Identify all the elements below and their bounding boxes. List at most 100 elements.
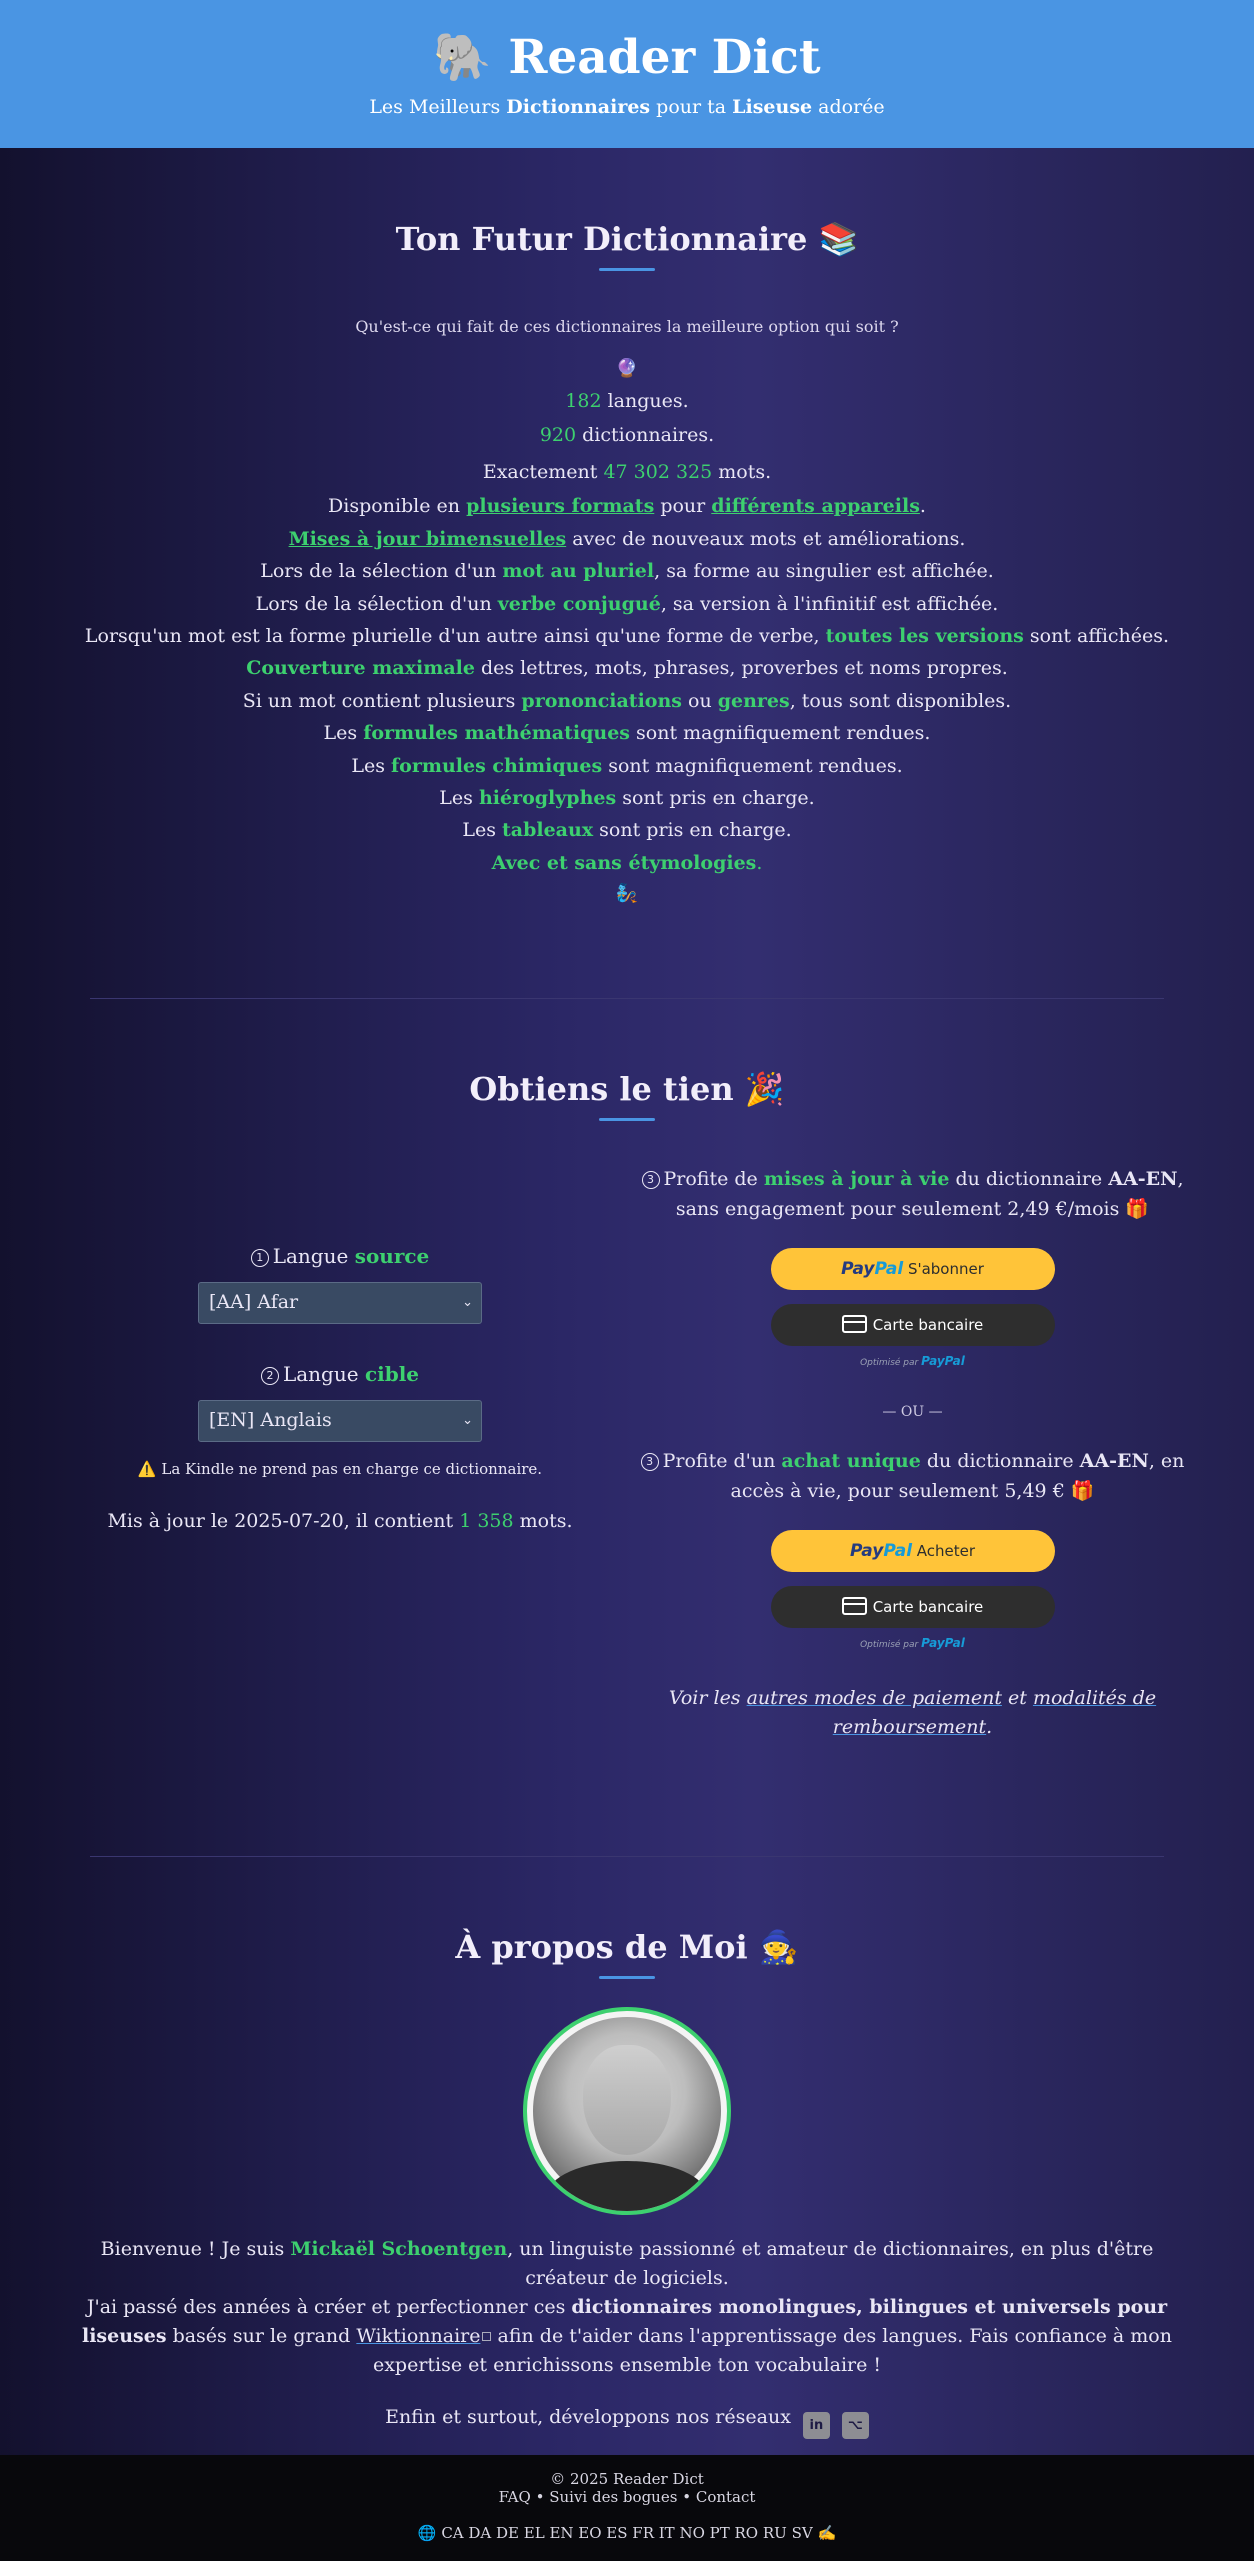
info-text: mots. xyxy=(513,1510,573,1532)
site-subtitle: Les Meilleurs Dictionnaires pour ta Lise… xyxy=(0,96,1254,118)
offer-text: Profite d'un xyxy=(662,1450,782,1472)
offer-text: du dictionnaire xyxy=(920,1450,1080,1472)
source-language-select[interactable]: [AA] Afar ⌄ xyxy=(198,1282,482,1324)
feature-text: mots. xyxy=(712,461,772,484)
feature-text: sont affichées. xyxy=(1023,625,1170,648)
site-header: 🐘 Reader Dict Les Meilleurs Dictionnaire… xyxy=(0,0,1254,148)
credit-card-icon xyxy=(841,1597,867,1615)
paypal-logo: Pal xyxy=(874,1259,904,1279)
payment-methods-link[interactable]: autres modes de paiement xyxy=(747,1687,1002,1709)
language-links[interactable]: CA DA DE EL EN EO ES FR IT NO PT RO RU S… xyxy=(441,2524,812,2542)
elephant-icon: 🐘 xyxy=(433,30,492,85)
features-title: Ton Futur Dictionnaire 📚 xyxy=(395,220,859,258)
feature-highlight: formules mathématiques xyxy=(363,722,630,745)
title-underline xyxy=(599,1118,655,1121)
feature-text: sont magnifiquement rendues. xyxy=(629,722,931,745)
languages-count: 182 xyxy=(565,390,602,412)
devices-link[interactable]: différents appareils xyxy=(711,495,920,517)
payment-options: 3 Profite de mises à jour à vie du dictio… xyxy=(620,1164,1205,1742)
bug-tracker-link[interactable]: Suivi des bogues xyxy=(549,2488,677,2506)
feature-text: . xyxy=(756,851,763,874)
feature-text: Si un mot contient plusieurs xyxy=(242,689,522,712)
bio-text: J'ai passé des années à créer et perfect… xyxy=(86,2296,572,2318)
feature-highlight: mot au pluriel xyxy=(502,560,655,583)
card-subscribe-button[interactable]: Carte bancaire xyxy=(770,1304,1055,1346)
feature-text: ou xyxy=(681,689,718,712)
words-count: 47 302 325 xyxy=(603,461,713,484)
feature-text: Les xyxy=(439,787,479,810)
subtitle-part: adorée xyxy=(812,96,885,118)
paypal-logo: PayPal xyxy=(921,1354,965,1368)
bio-text: afin de t'aider dans l'apprentissage des… xyxy=(372,2325,1172,2376)
contact-link[interactable]: Contact xyxy=(696,2488,756,2506)
words-count: 1 358 xyxy=(459,1510,514,1532)
faq-link[interactable]: FAQ xyxy=(499,2488,531,2506)
label-text: Langue xyxy=(272,1244,355,1268)
paypal-logo: Pal xyxy=(883,1541,913,1561)
feature-text: Lors de la sélection d'un xyxy=(260,560,503,583)
feature-math: Les formules mathématiques sont magnifiq… xyxy=(0,717,1254,749)
step-number: 1 xyxy=(250,1249,269,1267)
feature-tables: Les tableaux sont pris en charge. xyxy=(0,814,1254,846)
linkedin-icon[interactable]: in xyxy=(802,2412,830,2439)
paypal-logo: Pay xyxy=(849,1541,884,1561)
feature-highlight: formules chimiques xyxy=(391,754,603,777)
page: 🐘 Reader Dict Les Meilleurs Dictionnaire… xyxy=(0,0,1254,2561)
social-row: Enfin et surtout, développons nos réseau… xyxy=(0,2406,1254,2439)
target-language-label: 2 Langue cible xyxy=(100,1362,580,1386)
feature-coverage: Couverture maximale des lettres, mots, p… xyxy=(0,652,1254,684)
feature-text: avec de nouveaux mots et améliorations. xyxy=(566,527,966,550)
features-question: Qu'est-ce qui fait de ces dictionnaires … xyxy=(355,317,899,336)
offer-text: du dictionnaire xyxy=(949,1168,1109,1190)
formats-link[interactable]: plusieurs formats xyxy=(466,495,654,517)
info-text: . xyxy=(986,1716,993,1738)
paypal-logo: Pay xyxy=(841,1259,875,1279)
step-number: 3 xyxy=(641,1171,660,1189)
dictionary-code: AA-EN xyxy=(1108,1168,1178,1190)
source-language-label: 1 Langue source xyxy=(100,1244,580,1268)
dictionaries-count: 920 xyxy=(539,424,577,447)
site-footer: © 2025 Reader Dict FAQ • Suivi des bogue… xyxy=(0,2455,1254,2561)
updates-link[interactable]: Mises à jour bimensuelles xyxy=(289,528,567,550)
site-title[interactable]: 🐘 Reader Dict xyxy=(0,30,1254,86)
globe-icon: 🌐 xyxy=(417,2524,437,2542)
feature-updates: Mises à jour bimensuelles avec de nouvea… xyxy=(0,523,1254,555)
subtitle-bold: Liseuse xyxy=(732,96,813,118)
feature-words: Exactement 47 302 325 mots. xyxy=(0,454,1254,490)
feature-text: Exactement xyxy=(482,461,604,484)
step-number: 2 xyxy=(260,1367,279,1385)
avatar-head xyxy=(583,2045,671,2155)
feature-highlight: hiéroglyphes xyxy=(478,787,617,810)
social-text: Enfin et surtout, développons nos réseau… xyxy=(385,2406,791,2428)
target-language-select[interactable]: [EN] Anglais ⌄ xyxy=(198,1400,482,1442)
card-buy-button[interactable]: Carte bancaire xyxy=(770,1586,1055,1628)
subtitle-part: pour ta xyxy=(650,96,733,118)
bio-text: , un linguiste passionné et amateur de d… xyxy=(507,2238,1154,2289)
or-separator: — OU — xyxy=(882,1404,943,1420)
feature-formats: Disponible en plusieurs formats pour dif… xyxy=(0,490,1254,522)
info-text: Mis à jour le 2025-07-20, il contient xyxy=(107,1510,460,1532)
subtitle-part: Les Meilleurs xyxy=(369,96,507,118)
get-section: Obtiens le tien 🎉 1 Langue source [AA] Af… xyxy=(0,1070,1254,1738)
feature-plural: Lors de la sélection d'un mot au pluriel… xyxy=(0,555,1254,587)
feature-etymologies: Avec et sans étymologies. xyxy=(0,847,1254,879)
dictionary-code: AA-EN xyxy=(1079,1450,1149,1472)
separator: • xyxy=(535,2488,545,2506)
feature-highlight: genres xyxy=(717,689,790,712)
feature-text: des lettres, mots, phrases, proverbes et… xyxy=(474,657,1008,680)
feature-text: sont pris en charge. xyxy=(616,787,815,810)
crystal-ball-icon: 🔮 xyxy=(615,358,639,379)
feature-text: sont pris en charge. xyxy=(593,819,792,842)
wiktionary-link[interactable]: Wiktionnaire xyxy=(356,2325,480,2347)
step-number: 3 xyxy=(640,1453,659,1471)
github-icon[interactable]: ⌥ xyxy=(841,2412,869,2439)
powered-by-paypal: Optimisé par PayPal xyxy=(620,1636,1205,1650)
about-section: À propos de Moi 🧙 Bienvenue ! Je suis Mi… xyxy=(0,1928,1254,2439)
copyright: © 2025 Reader Dict xyxy=(550,2470,704,2488)
feature-text: Disponible en xyxy=(328,495,467,518)
other-payment-info: Voir les autres modes de paiement et mod… xyxy=(620,1684,1205,1742)
paypal-subscribe-button[interactable]: PayPal S'abonner xyxy=(770,1248,1055,1290)
bio-text: basés sur le grand xyxy=(166,2325,357,2347)
credit-card-icon xyxy=(841,1315,867,1333)
paypal-buy-button[interactable]: PayPal Acheter xyxy=(770,1530,1055,1572)
